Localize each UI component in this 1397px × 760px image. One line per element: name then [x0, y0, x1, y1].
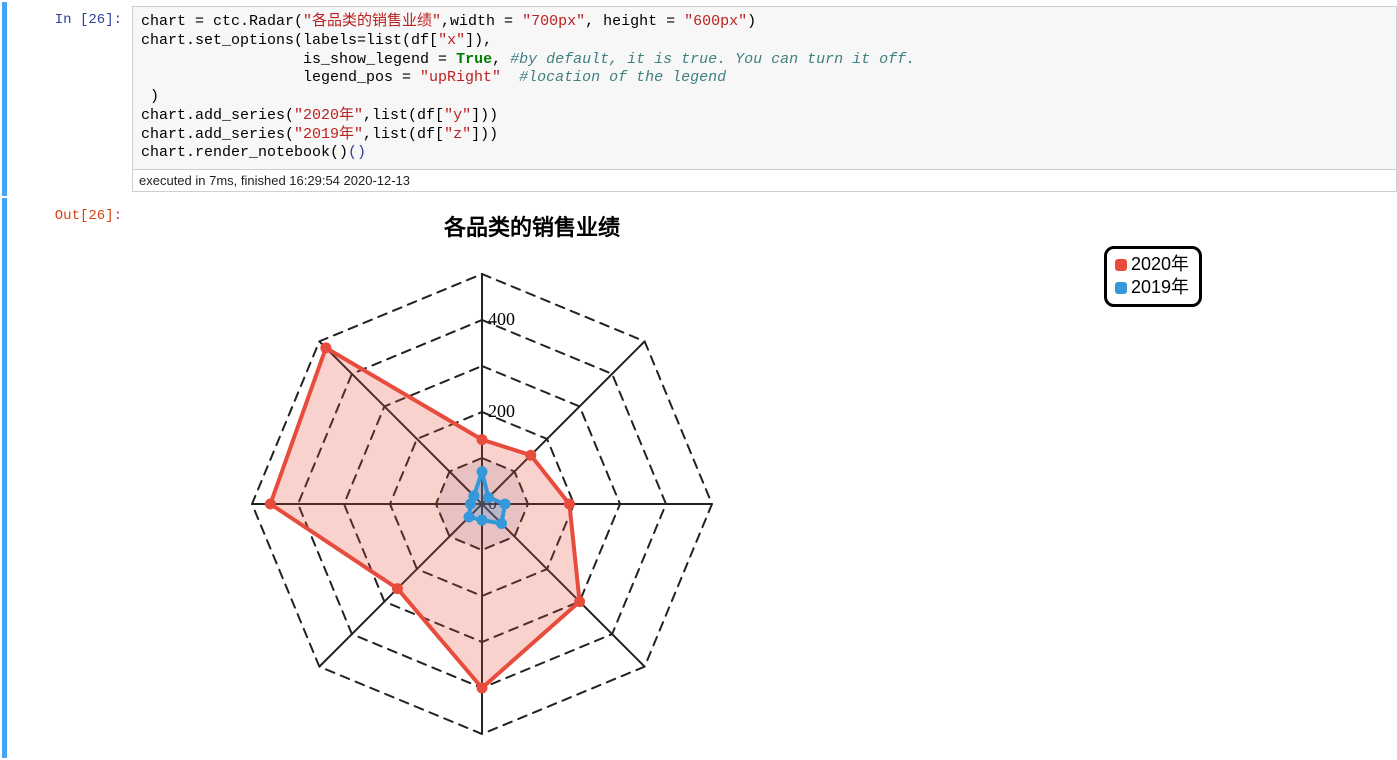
legend-item-2019[interactable]: 2019年	[1115, 276, 1189, 299]
in-prompt: In [26]:	[7, 6, 132, 28]
legend-swatch-icon	[1115, 259, 1127, 271]
out-prompt: Out[26]:	[7, 202, 132, 224]
radar-chart: 各品类的销售业绩 0200400 2020年 2019年	[182, 206, 882, 754]
radar-svg: 0200400	[182, 244, 882, 754]
output-area: 各品类的销售业绩 0200400 2020年 2019年	[132, 202, 1397, 754]
legend-label: 2019年	[1131, 276, 1189, 299]
input-cell: In [26]: chart = ctc.Radar("各品类的销售业绩",wi…	[2, 2, 1397, 196]
legend-label: 2020年	[1131, 253, 1189, 276]
input-block: chart = ctc.Radar("各品类的销售业绩",width = "70…	[132, 6, 1397, 192]
legend-swatch-icon	[1115, 282, 1127, 294]
svg-text:400: 400	[488, 309, 515, 329]
svg-text:200: 200	[488, 401, 515, 421]
execution-status: executed in 7ms, finished 16:29:54 2020-…	[132, 170, 1397, 192]
chart-title: 各品类的销售业绩	[182, 206, 882, 244]
legend: 2020年 2019年	[1104, 246, 1202, 307]
legend-item-2020[interactable]: 2020年	[1115, 253, 1189, 276]
output-cell: Out[26]: 各品类的销售业绩 0200400 2020年 2019年	[2, 198, 1397, 758]
code-editor[interactable]: chart = ctc.Radar("各品类的销售业绩",width = "70…	[132, 6, 1397, 170]
